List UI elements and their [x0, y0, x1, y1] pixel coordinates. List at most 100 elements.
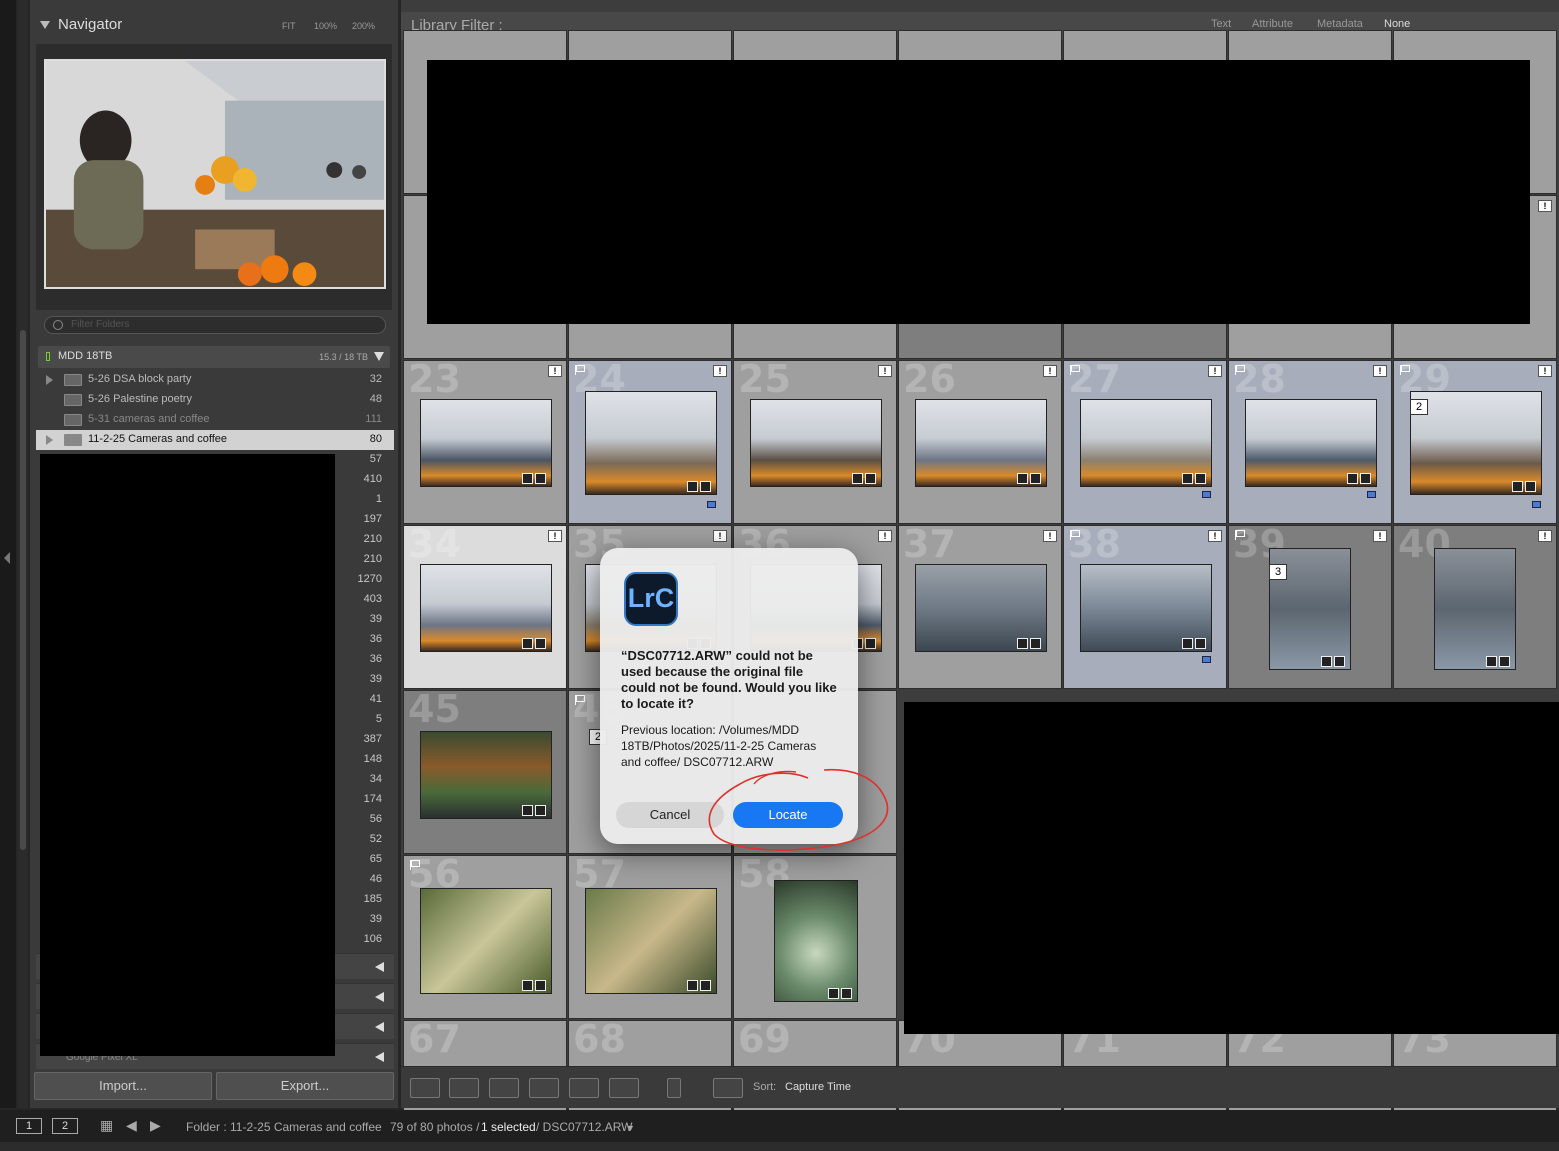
grid-cell[interactable]: 27!: [1063, 360, 1227, 524]
flag-icon[interactable]: [1070, 530, 1080, 540]
folder-search-input[interactable]: Filter Folders: [44, 316, 386, 334]
flag-icon[interactable]: [1235, 365, 1245, 375]
monitor-1-button[interactable]: 1: [16, 1118, 42, 1134]
grid-icon[interactable]: ▦: [100, 1117, 113, 1134]
disclosure-triangle-icon[interactable]: [40, 21, 50, 29]
grid-cell[interactable]: 57: [568, 855, 732, 1019]
flag-icon[interactable]: [1235, 530, 1245, 540]
color-label-blue[interactable]: [1532, 501, 1541, 508]
grid-cell[interactable]: 24!: [568, 360, 732, 524]
navigator-header[interactable]: Navigator FIT 100% 200%: [30, 10, 398, 40]
slideshow-icon[interactable]: [609, 1078, 639, 1098]
missing-file-icon[interactable]: !: [1538, 365, 1552, 377]
cancel-button[interactable]: Cancel: [616, 802, 724, 828]
filter-none[interactable]: None: [1384, 18, 1410, 30]
export-button[interactable]: Export...: [216, 1072, 394, 1100]
expand-arrow-icon[interactable]: [46, 375, 53, 385]
photo-thumbnail[interactable]: [585, 391, 717, 495]
grid-view-icon[interactable]: [410, 1078, 440, 1098]
missing-file-icon[interactable]: !: [1208, 365, 1222, 377]
folder-item[interactable]: 5-31 cameras and coffee 111: [36, 410, 394, 430]
back-arrow-icon[interactable]: ◀: [126, 1117, 137, 1134]
grid-cell[interactable]: 45: [403, 690, 567, 854]
missing-file-icon[interactable]: !: [878, 365, 892, 377]
volume-header[interactable]: MDD 18TB 15.3 / 18 TB: [38, 346, 390, 368]
grid-cell[interactable]: 25!: [733, 360, 897, 524]
left-panel-toggle[interactable]: [0, 0, 16, 1108]
selected-file[interactable]: / DSC07712.ARW: [536, 1120, 633, 1134]
photo-thumbnail[interactable]: [774, 880, 858, 1002]
loupe-view-icon[interactable]: [449, 1078, 479, 1098]
compare-view-icon[interactable]: [489, 1078, 519, 1098]
sort-select[interactable]: Capture Time: [785, 1081, 851, 1093]
sort-direction-icon[interactable]: [713, 1078, 743, 1098]
zoom-fit[interactable]: FIT: [282, 21, 296, 31]
grid-cell[interactable]: 40!: [1393, 525, 1557, 689]
missing-file-icon[interactable]: !: [548, 365, 562, 377]
color-label-blue[interactable]: [1202, 656, 1211, 663]
color-label-blue[interactable]: [1202, 491, 1211, 498]
missing-file-icon[interactable]: !: [1208, 530, 1222, 542]
photo-thumbnail[interactable]: [420, 888, 552, 994]
folder-item[interactable]: 5-26 DSA block party 32: [36, 370, 394, 390]
locate-button[interactable]: Locate: [733, 802, 843, 828]
missing-file-icon[interactable]: !: [548, 530, 562, 542]
expand-left-icon[interactable]: [375, 962, 384, 972]
grid-cell[interactable]: 39! 3: [1228, 525, 1392, 689]
chevron-down-icon[interactable]: ▼: [626, 1123, 635, 1133]
zoom-200[interactable]: 200%: [352, 21, 375, 31]
flag-icon[interactable]: [575, 695, 585, 705]
grid-cell[interactable]: 58: [733, 855, 897, 1019]
volume-disclosure-icon[interactable]: [374, 352, 384, 361]
scrollbar-thumb[interactable]: [20, 330, 26, 850]
missing-file-icon[interactable]: !: [713, 530, 727, 542]
monitor-2-button[interactable]: 2: [52, 1118, 78, 1134]
spray-can-icon[interactable]: [667, 1078, 681, 1098]
grid-cell[interactable]: 38!: [1063, 525, 1227, 689]
missing-file-icon[interactable]: !: [878, 530, 892, 542]
forward-arrow-icon[interactable]: ▶: [150, 1117, 161, 1134]
folder-item-selected[interactable]: 11-2-25 Cameras and coffee 80: [36, 430, 394, 450]
color-label-blue[interactable]: [707, 501, 716, 508]
left-panel-scrollbar[interactable]: [18, 0, 28, 1108]
photo-thumbnail[interactable]: [1410, 391, 1542, 495]
filmstrip[interactable]: [0, 1142, 1559, 1151]
survey-view-icon[interactable]: [529, 1078, 559, 1098]
flag-icon[interactable]: [1070, 365, 1080, 375]
color-label-blue[interactable]: [1367, 491, 1376, 498]
missing-file-icon[interactable]: !: [1538, 200, 1552, 212]
expand-left-icon[interactable]: [375, 1022, 384, 1032]
grid-cell[interactable]: 29! 2: [1393, 360, 1557, 524]
missing-file-icon[interactable]: !: [1373, 530, 1387, 542]
folder-breadcrumb[interactable]: Folder : 11-2-25 Cameras and coffee: [186, 1120, 382, 1134]
people-view-icon[interactable]: [569, 1078, 599, 1098]
grid-cell[interactable]: 34!: [403, 525, 567, 689]
zoom-100[interactable]: 100%: [314, 21, 337, 31]
missing-file-icon[interactable]: !: [1043, 365, 1057, 377]
folder-item[interactable]: 5-26 Palestine poetry 48: [36, 390, 394, 410]
photo-thumbnail[interactable]: [1434, 548, 1516, 670]
missing-file-icon[interactable]: !: [1043, 530, 1057, 542]
missing-file-icon[interactable]: !: [1538, 530, 1552, 542]
missing-file-icon[interactable]: !: [713, 365, 727, 377]
grid-cell[interactable]: 23!: [403, 360, 567, 524]
photo-thumbnail[interactable]: [585, 888, 717, 994]
grid-cell[interactable]: 28!: [1228, 360, 1392, 524]
filter-attribute[interactable]: Attribute: [1252, 18, 1293, 30]
grid-cell[interactable]: 56: [403, 855, 567, 1019]
missing-file-icon[interactable]: !: [1373, 365, 1387, 377]
stack-count-badge[interactable]: 3: [1269, 564, 1287, 580]
filter-metadata[interactable]: Metadata: [1317, 18, 1363, 30]
stack-count-badge[interactable]: 2: [1410, 399, 1428, 415]
expand-left-icon[interactable]: [375, 992, 384, 1002]
grid-cell[interactable]: 37!: [898, 525, 1062, 689]
flag-icon[interactable]: [575, 365, 585, 375]
grid-cell[interactable]: 26!: [898, 360, 1062, 524]
filter-text[interactable]: Text: [1211, 18, 1231, 30]
flag-icon[interactable]: [410, 860, 420, 870]
navigator-preview[interactable]: [36, 44, 392, 310]
flag-icon[interactable]: [1400, 365, 1410, 375]
import-button[interactable]: Import...: [34, 1072, 212, 1100]
expand-arrow-icon[interactable]: [46, 435, 53, 445]
expand-left-icon[interactable]: [375, 1052, 384, 1062]
